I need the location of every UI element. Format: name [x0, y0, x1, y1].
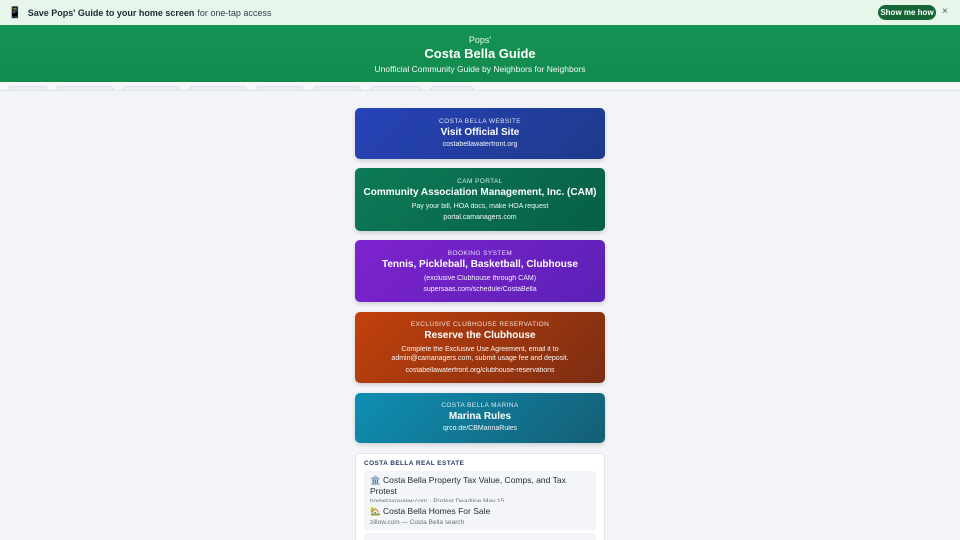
phone-icon: 📱: [8, 7, 22, 19]
header-kicker: Pops': [468, 35, 492, 45]
list-item-title: 🏛️ Costa Bella Property Tax Value, Comps…: [370, 475, 590, 496]
card-title: Tennis, Pickleball, Basketball, Clubhous…: [382, 259, 578, 270]
card-title: Marina Rules: [448, 411, 512, 422]
list-item-title-text: Costa Bella Property Tax Value, Comps, a…: [370, 475, 566, 496]
card-title: Visit Official Site: [440, 127, 520, 138]
card-description: Complete the Exclusive Use Agreement, em…: [391, 346, 569, 363]
list-item-meta: zillow.com — Costa Bella search: [370, 519, 465, 526]
card-url: supersaas.com/schedule/CostaBella: [423, 286, 537, 294]
marina-rules-card[interactable]: COSTA BELLA MARINA Marina Rules qrco.de/…: [355, 393, 605, 443]
nav-tab[interactable]: [189, 86, 247, 90]
nav-tab[interactable]: [56, 86, 114, 90]
page-title: Costa Bella Guide: [424, 46, 536, 61]
card-label: CAM PORTAL: [457, 178, 503, 185]
real-estate-section: COSTA BELLA REAL ESTATE 🏛️ Costa Bella P…: [355, 453, 605, 540]
card-label: BOOKING SYSTEM: [447, 250, 513, 257]
nav-tab[interactable]: [430, 86, 474, 90]
close-icon[interactable]: ×: [942, 6, 948, 17]
building-icon: 🏛️: [370, 475, 381, 485]
install-banner: 📱 Save Pops' Guide to your home screen f…: [0, 0, 960, 25]
card-title: Community Association Management, Inc. (…: [363, 187, 597, 198]
clubhouse-reservation-card[interactable]: EXCLUSIVE CLUBHOUSE RESERVATION Reserve …: [355, 312, 605, 383]
nav-tab[interactable]: [122, 86, 180, 90]
card-url: portal.camanagers.com: [443, 214, 517, 222]
card-label: EXCLUSIVE CLUBHOUSE RESERVATION: [410, 321, 550, 328]
section-title: COSTA BELLA REAL ESTATE: [364, 460, 465, 467]
show-me-how-button[interactable]: Show me how: [878, 5, 936, 20]
nav-tab[interactable]: [8, 86, 48, 90]
nav-tab[interactable]: [370, 86, 422, 90]
site-header: Pops' Costa Bella Guide Unofficial Commu…: [0, 25, 960, 82]
card-url: costabellawaterfront.org/clubhouse-reser…: [405, 366, 555, 374]
official-site-card[interactable]: COSTA BELLA WEBSITE Visit Official Site …: [355, 108, 605, 159]
card-label: COSTA BELLA MARINA: [441, 402, 519, 409]
card-description: (exclusive Clubhouse through CAM): [423, 275, 537, 282]
list-item-title-text: Costa Bella Homes For Sale: [382, 506, 491, 516]
banner-text: for one-tap access: [197, 7, 272, 18]
list-item[interactable]: 🏡 Costa Bella Homes For Sale zillow.com …: [364, 502, 596, 530]
house-icon: 🏡: [370, 506, 381, 516]
list-item[interactable]: [364, 533, 596, 540]
page-subtitle: Unofficial Community Guide by Neighbors …: [374, 64, 586, 74]
list-item-title: 🏡 Costa Bella Homes For Sale: [370, 506, 590, 517]
nav-tab[interactable]: [313, 86, 361, 90]
card-url: qrco.de/CBMarinaRules: [442, 425, 518, 432]
booking-system-card[interactable]: BOOKING SYSTEM Tennis, Pickleball, Baske…: [355, 240, 605, 302]
nav-tabs: [0, 82, 960, 91]
nav-tab[interactable]: [256, 86, 304, 90]
card-description: Pay your bill, HOA docs, make HOA reques…: [411, 203, 549, 210]
card-label: COSTA BELLA WEBSITE: [439, 118, 521, 125]
banner-bold-text: Save Pops' Guide to your home screen: [27, 7, 195, 18]
cam-portal-card[interactable]: CAM PORTAL Community Association Managem…: [355, 168, 605, 231]
card-url: costabellawaterfront.org: [442, 141, 518, 148]
card-title: Reserve the Clubhouse: [424, 330, 536, 341]
